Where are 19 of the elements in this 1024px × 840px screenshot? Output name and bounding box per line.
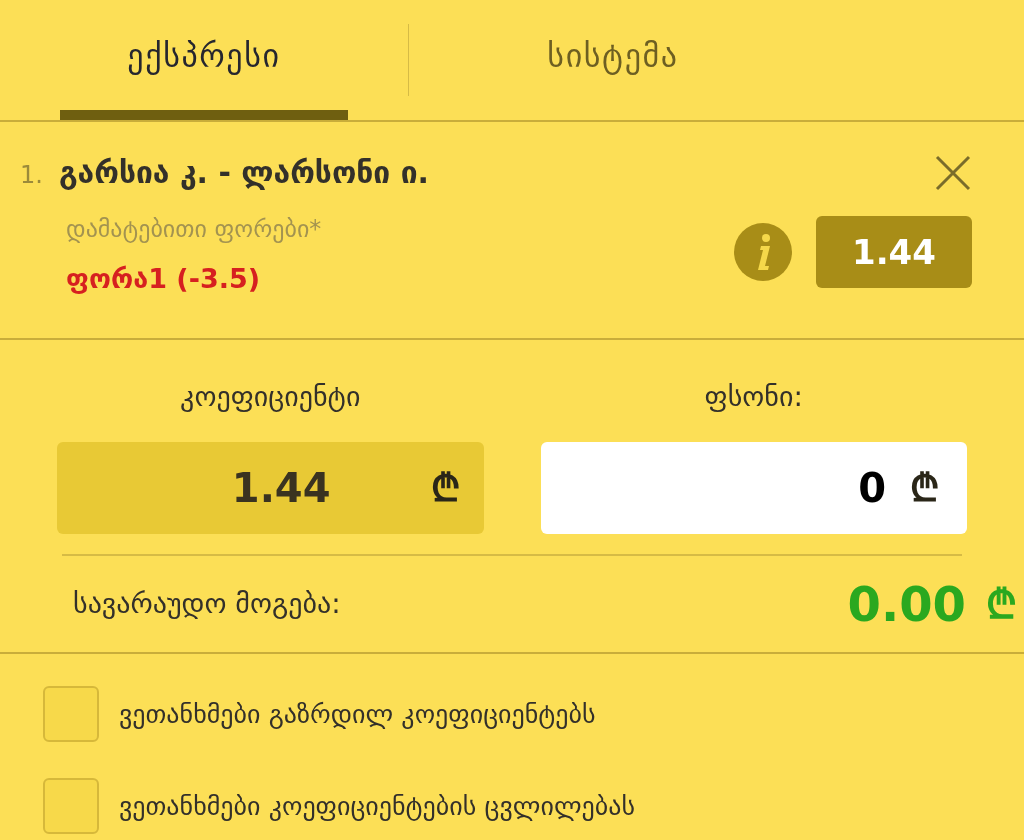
info-icon[interactable] [734,223,792,281]
coefficient-label: კოეფიციენტი [180,379,361,415]
checkbox[interactable] [43,686,99,742]
potential-win-value: 0.00 [847,575,966,634]
selection-name: ფორა1 (-3.5) [66,262,262,296]
stake-field[interactable]: 0 ₾ [540,442,967,534]
market-name: დამატებითი ფორები* [66,214,323,245]
potential-win-label: სავარაუდო მოგება: [73,586,341,622]
checkbox-label[interactable]: ვეთანხმები გაზრდილ კოეფიციენტებს [119,694,596,734]
stake-label: ფსონი: [704,379,803,415]
checkbox[interactable] [43,778,99,834]
coefficient-field: 1.44 ₾ [57,442,484,534]
currency-sign: ₾ [986,580,1017,629]
close-icon[interactable] [934,154,972,192]
bet-number: 1. [20,160,43,191]
tab[interactable]: სისტემა [479,0,747,120]
checkbox-label[interactable]: ვეთანხმები კოეფიციენტების ცვლილებას [119,786,636,826]
tab[interactable]: ექსპრესი [56,0,352,120]
event-title: გარსია კ. - ლარსონი ი. [58,154,429,192]
